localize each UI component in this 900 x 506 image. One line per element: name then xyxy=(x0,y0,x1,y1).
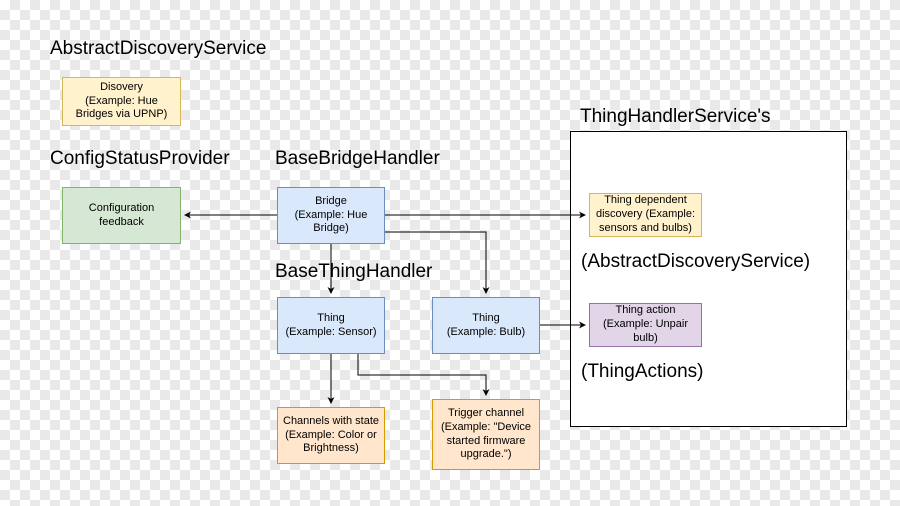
box-channels-state-label: Channels with state (Example: Color or B… xyxy=(282,415,380,456)
label-abstract-discovery-service-paren: (AbstractDiscoveryService) xyxy=(581,251,810,273)
diagram-layer: AbstractDiscoveryService ConfigStatusPro… xyxy=(0,0,900,506)
label-thing-actions-paren: (ThingActions) xyxy=(581,361,704,383)
heading-thing-handler-services: ThingHandlerService's xyxy=(580,106,771,128)
box-bridge-label: Bridge(Example: Hue Bridge) xyxy=(282,195,380,236)
box-thing-action-label: Thing action (Example: Unpair bulb) xyxy=(594,304,697,345)
box-thing-dep-discovery: Thing dependent discovery (Example: sens… xyxy=(589,193,702,237)
heading-base-thing-handler: BaseThingHandler xyxy=(275,261,432,283)
heading-abstract-discovery-service: AbstractDiscoveryService xyxy=(50,38,266,60)
box-trigger-channel: Trigger channel (Example: "Device starte… xyxy=(432,399,540,470)
box-config-feedback-label: Configuration feedback xyxy=(67,202,176,230)
box-thing-action: Thing action (Example: Unpair bulb) xyxy=(589,303,702,347)
box-trigger-channel-label: Trigger channel (Example: "Device starte… xyxy=(437,407,535,462)
box-config-feedback: Configuration feedback xyxy=(62,187,181,244)
box-discovery: Disovery(Example: Hue Bridges via UPNP) xyxy=(62,77,181,126)
box-channels-state: Channels with state (Example: Color or B… xyxy=(277,407,385,464)
box-thing-sensor: Thing(Example: Sensor) xyxy=(277,297,385,354)
box-thing-sensor-label: Thing(Example: Sensor) xyxy=(285,312,376,340)
box-thing-bulb-label: Thing(Example: Bulb) xyxy=(447,312,525,340)
box-thing-dep-discovery-label: Thing dependent discovery (Example: sens… xyxy=(594,194,697,235)
heading-config-status-provider: ConfigStatusProvider xyxy=(50,148,230,170)
box-discovery-label: Disovery(Example: Hue Bridges via UPNP) xyxy=(67,81,176,122)
heading-base-bridge-handler: BaseBridgeHandler xyxy=(275,148,440,170)
box-bridge: Bridge(Example: Hue Bridge) xyxy=(277,187,385,244)
box-thing-bulb: Thing(Example: Bulb) xyxy=(432,297,540,354)
